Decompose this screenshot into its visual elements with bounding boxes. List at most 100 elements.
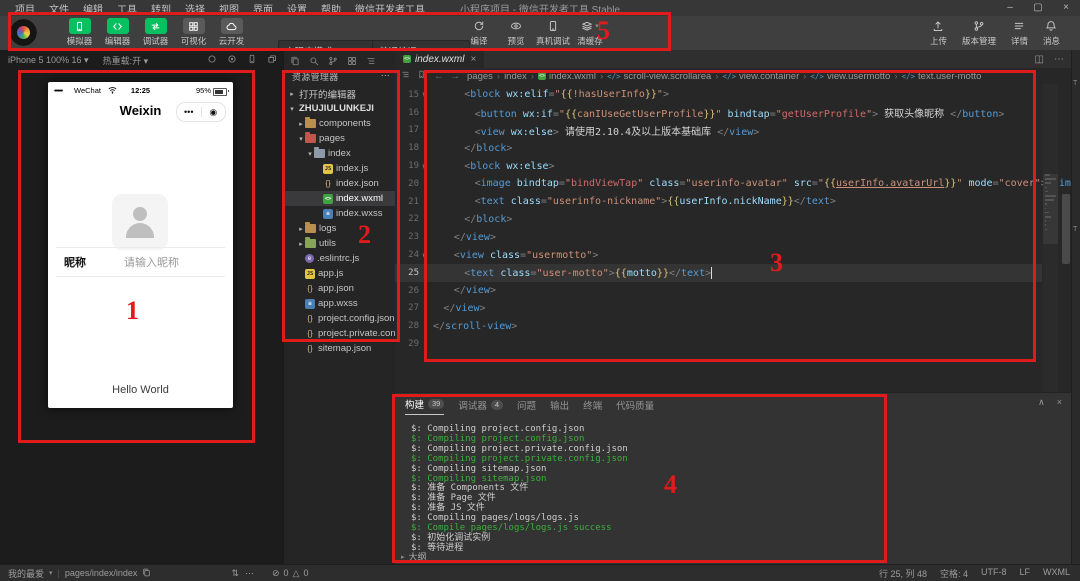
toolbar-button-云开发[interactable]: 云开发 bbox=[214, 18, 249, 47]
console-tab-代码质量[interactable]: 代码质量 bbox=[616, 398, 654, 415]
outline-icon[interactable] bbox=[401, 70, 410, 82]
menu-帮助[interactable]: 帮助 bbox=[314, 1, 348, 16]
avatar-placeholder[interactable] bbox=[112, 194, 168, 250]
menu-选择[interactable]: 选择 bbox=[178, 1, 212, 16]
tree-item-.eslintrc.js[interactable]: e .eslintrc.js bbox=[284, 251, 396, 266]
minimap[interactable] bbox=[1043, 84, 1058, 392]
action-真机调试[interactable]: 真机调试 bbox=[536, 18, 570, 47]
console-tab-终端[interactable]: 终端 bbox=[583, 398, 602, 415]
code-line-22[interactable]: 22 </block> bbox=[395, 211, 1042, 229]
close-panel-icon[interactable]: × bbox=[1057, 397, 1062, 408]
breadcrumb-item-scroll-view.scrollarea[interactable]: </> scroll-view.scrollarea bbox=[607, 71, 711, 82]
statusbar-item[interactable]: 行 25, 列 48 bbox=[879, 567, 927, 580]
tree-item-utils[interactable]: ▸ utils bbox=[284, 236, 396, 251]
menu-界面[interactable]: 界面 bbox=[246, 1, 280, 16]
tree-item-project.private.config.js...[interactable]: {} project.private.config.js... bbox=[284, 326, 396, 341]
breadcrumb-item-view.container[interactable]: </> view.container bbox=[722, 71, 799, 82]
toolbar-button-编辑器[interactable]: 编辑器 bbox=[100, 18, 135, 47]
menu-视图[interactable]: 视图 bbox=[212, 1, 246, 16]
tree-item-sitemap.json[interactable]: {} sitemap.json bbox=[284, 341, 396, 356]
fold-icon[interactable]: ∨ bbox=[422, 162, 427, 171]
menu-微信开发者工具[interactable]: 微信开发者工具 bbox=[348, 1, 432, 16]
console-tab-构建[interactable]: 构建 39 bbox=[405, 397, 445, 415]
statusbar-item[interactable]: WXML bbox=[1043, 567, 1070, 580]
favorites-selector[interactable]: 我的最爱 bbox=[8, 567, 44, 580]
copy-path-icon[interactable] bbox=[142, 568, 151, 579]
action-消息[interactable]: 消息 bbox=[1037, 18, 1066, 47]
action-上传[interactable]: 上传 bbox=[924, 18, 953, 47]
action-详情[interactable]: 详情 bbox=[1005, 18, 1034, 47]
code-line-15[interactable]: 15 ∨ <block wx:elif="{{!hasUserInfo}}"> bbox=[395, 86, 1042, 104]
branch-icon[interactable] bbox=[328, 53, 338, 71]
more-dots-icon[interactable]: ••• bbox=[177, 107, 201, 117]
more-actions-icon[interactable]: ⋯ bbox=[245, 568, 254, 579]
forward-icon[interactable]: → bbox=[451, 71, 461, 82]
code-line-16[interactable]: 16 <button wx:if="{{canIUseGetUserProfile… bbox=[395, 104, 1042, 122]
capsule-menu[interactable]: ••• ◉ bbox=[176, 102, 226, 122]
tree-item-打开的编辑器[interactable]: ▸ 打开的编辑器 bbox=[284, 86, 396, 101]
console-tab-输出[interactable]: 输出 bbox=[550, 398, 569, 415]
code-line-20[interactable]: 20 <image bindtap="bindViewTap" class="us… bbox=[395, 175, 1072, 193]
editor-scrollbar[interactable] bbox=[1061, 84, 1071, 392]
breadcrumb-item-index[interactable]: index bbox=[504, 71, 527, 82]
tree-item-index[interactable]: ▾ index bbox=[284, 146, 396, 161]
action-编译[interactable]: 编译 bbox=[462, 18, 496, 47]
more-actions-icon[interactable]: ⋯ bbox=[1054, 54, 1064, 65]
statusbar-item[interactable]: 空格: 4 bbox=[940, 567, 968, 580]
right-dock-tab[interactable]: T bbox=[1073, 226, 1077, 233]
tree-item-index.json[interactable]: {} index.json bbox=[284, 176, 396, 191]
console-tab-问题[interactable]: 问题 bbox=[517, 398, 536, 415]
tree-item-pages[interactable]: ▾ pages bbox=[284, 131, 396, 146]
breadcrumb-item-view.usermotto[interactable]: </> view.usermotto bbox=[810, 71, 890, 82]
maximize-button[interactable]: ▢ bbox=[1024, 0, 1052, 16]
code-line-28[interactable]: 28 </scroll-view> bbox=[395, 317, 1042, 335]
windows-icon[interactable] bbox=[267, 54, 277, 66]
menu-工具[interactable]: 工具 bbox=[110, 1, 144, 16]
problems-summary[interactable]: ⊘ 0 △ 0 bbox=[272, 568, 309, 579]
breadcrumb-item-pages[interactable]: pages bbox=[467, 71, 493, 82]
code-line-26[interactable]: 26 </view> bbox=[395, 282, 1042, 300]
menu-项目[interactable]: 项目 bbox=[8, 1, 42, 16]
search-icon[interactable] bbox=[309, 53, 319, 71]
code-line-17[interactable]: 17 <view wx:else> 请使用2.10.4及以上版本基础库 </vie… bbox=[395, 122, 1042, 140]
back-icon[interactable]: ← bbox=[434, 71, 444, 82]
statusbar-item[interactable]: UTF-8 bbox=[981, 567, 1007, 580]
outline-section[interactable]: ▸ 大纲 bbox=[401, 550, 427, 563]
toggle-panel-icon[interactable]: ⇅ bbox=[231, 568, 239, 579]
action-版本管理[interactable]: 版本管理 bbox=[956, 18, 1002, 47]
menu-文件[interactable]: 文件 bbox=[42, 1, 76, 16]
code-line-27[interactable]: 27 </view> bbox=[395, 300, 1042, 318]
menu-转到[interactable]: 转到 bbox=[144, 1, 178, 16]
code-line-21[interactable]: 21 <text class="userinfo-nickname">{{user… bbox=[395, 193, 1042, 211]
copy-path-icon[interactable] bbox=[142, 568, 151, 579]
device-selector[interactable]: iPhone 5 100% 16 ▾ bbox=[8, 55, 89, 66]
statusbar-item[interactable]: LF bbox=[1019, 567, 1030, 580]
grid-icon[interactable] bbox=[347, 53, 357, 71]
collapse-panel-icon[interactable]: ∧ bbox=[1038, 397, 1045, 408]
record-icon[interactable] bbox=[227, 54, 237, 66]
action-预览[interactable]: 预览 bbox=[499, 18, 533, 47]
code-line-18[interactable]: 18 </block> bbox=[395, 139, 1042, 157]
menu-设置[interactable]: 设置 bbox=[280, 1, 314, 16]
menu-编辑[interactable]: 编辑 bbox=[76, 1, 110, 16]
code-line-29[interactable]: 29 bbox=[395, 335, 1042, 353]
code-line-23[interactable]: 23 </view> bbox=[395, 228, 1042, 246]
toolbar-button-模拟器[interactable]: 模拟器 bbox=[62, 18, 97, 47]
tree-item-ZHUJIULUNKEJI[interactable]: ▾ ZHUJIULUNKEJI bbox=[284, 101, 396, 116]
tree-item-index.wxml[interactable]: <> index.wxml bbox=[284, 191, 396, 206]
tree-item-components[interactable]: ▸ components bbox=[284, 116, 396, 131]
breadcrumb-item-text.user-motto[interactable]: </> text.user-motto bbox=[902, 71, 982, 82]
code-line-25[interactable]: 25 <text class="user-motto">{{motto}}</te… bbox=[395, 264, 1042, 282]
split-editor-icon[interactable]: ◫ bbox=[1035, 54, 1044, 65]
right-dock-tab[interactable]: T bbox=[1073, 80, 1077, 87]
tree-item-logs[interactable]: ▸ logs bbox=[284, 221, 396, 236]
toolbar-button-调试器[interactable]: 调试器 bbox=[138, 18, 173, 47]
fold-icon[interactable]: ∨ bbox=[422, 251, 427, 260]
bookmark-icon[interactable] bbox=[417, 70, 426, 82]
tree-item-app.wxss[interactable]: ≡ app.wxss bbox=[284, 296, 396, 311]
tree-item-index.js[interactable]: JS index.js bbox=[284, 161, 396, 176]
toolbar-button-可视化[interactable]: 可视化 bbox=[176, 18, 211, 47]
close-tab-icon[interactable]: × bbox=[470, 54, 476, 65]
tree-item-app.json[interactable]: {} app.json bbox=[284, 281, 396, 296]
breadcrumb-item-index.wxml[interactable]: <> index.wxml bbox=[537, 71, 596, 82]
